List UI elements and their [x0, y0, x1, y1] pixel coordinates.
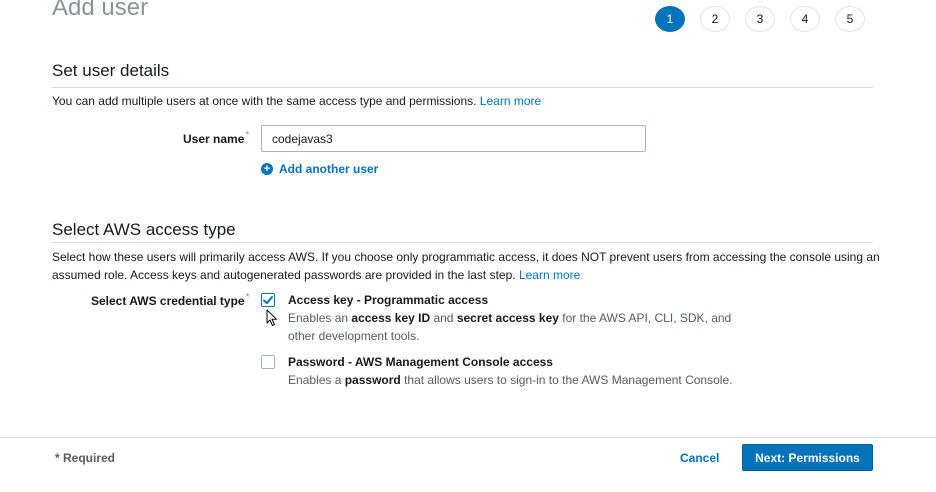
desc-emphasis: password	[344, 373, 401, 387]
footer-divider	[0, 437, 936, 438]
step-2[interactable]: 2	[700, 6, 730, 32]
password-checkbox[interactable]	[261, 355, 275, 369]
password-description: Enables a password that allows users to …	[288, 371, 758, 389]
step-3[interactable]: 3	[745, 6, 775, 32]
add-another-user-label: Add another user	[279, 162, 379, 176]
user-details-description: You can add multiple users at once with …	[52, 92, 882, 110]
mouse-pointer-icon	[266, 309, 277, 326]
access-key-title: Access key - Programmatic access	[288, 293, 489, 307]
access-key-checkbox[interactable]	[261, 293, 275, 307]
desc-text: and	[430, 311, 457, 325]
learn-more-link[interactable]: Learn more	[519, 268, 580, 282]
step-5[interactable]: 5	[835, 6, 865, 32]
section-divider	[52, 242, 873, 243]
next-permissions-button[interactable]: Next: Permissions	[742, 444, 873, 471]
desc-emphasis: secret access key	[456, 311, 559, 325]
section-divider	[52, 87, 873, 88]
credential-type-label-text: Select AWS credential type	[91, 294, 245, 308]
user-name-label-text: User name	[183, 132, 245, 146]
user-name-label: User name*	[183, 130, 249, 146]
add-user-page: Add user 1 2 3 4 5 Set user details You …	[0, 0, 936, 492]
password-title: Password - AWS Management Console access	[288, 355, 553, 369]
desc-text: Enables an	[288, 311, 352, 325]
credential-type-label: Select AWS credential type*	[91, 292, 250, 308]
access-type-description: Select how these users will primarily ac…	[52, 248, 882, 284]
step-4[interactable]: 4	[790, 6, 820, 32]
check-icon	[263, 296, 273, 305]
required-note: * Required	[55, 451, 116, 465]
password-option[interactable]: Password - AWS Management Console access…	[261, 354, 758, 389]
user-name-input[interactable]	[261, 125, 646, 152]
wizard-steps: 1 2 3 4 5	[655, 6, 865, 32]
desc-text: Enables a	[288, 373, 345, 387]
required-marker: *	[245, 130, 250, 141]
access-key-option[interactable]: Access key - Programmatic access Enables…	[261, 292, 738, 345]
user-details-description-text: You can add multiple users at once with …	[52, 94, 477, 108]
learn-more-link[interactable]: Learn more	[480, 94, 541, 108]
access-type-description-text: Select how these users will primarily ac…	[52, 250, 880, 282]
page-title: Add user	[52, 0, 149, 21]
desc-text: that allows users to sign-in to the AWS …	[400, 373, 733, 387]
plus-circle-icon: +	[261, 163, 273, 175]
user-details-heading: Set user details	[52, 61, 170, 80]
access-type-heading: Select AWS access type	[52, 220, 236, 239]
desc-emphasis: access key ID	[351, 311, 431, 325]
required-marker: *	[245, 292, 250, 303]
step-1[interactable]: 1	[655, 6, 685, 32]
access-key-description: Enables an access key ID and secret acce…	[288, 309, 738, 345]
cancel-button[interactable]: Cancel	[672, 445, 727, 471]
add-another-user-button[interactable]: + Add another user	[261, 162, 378, 176]
